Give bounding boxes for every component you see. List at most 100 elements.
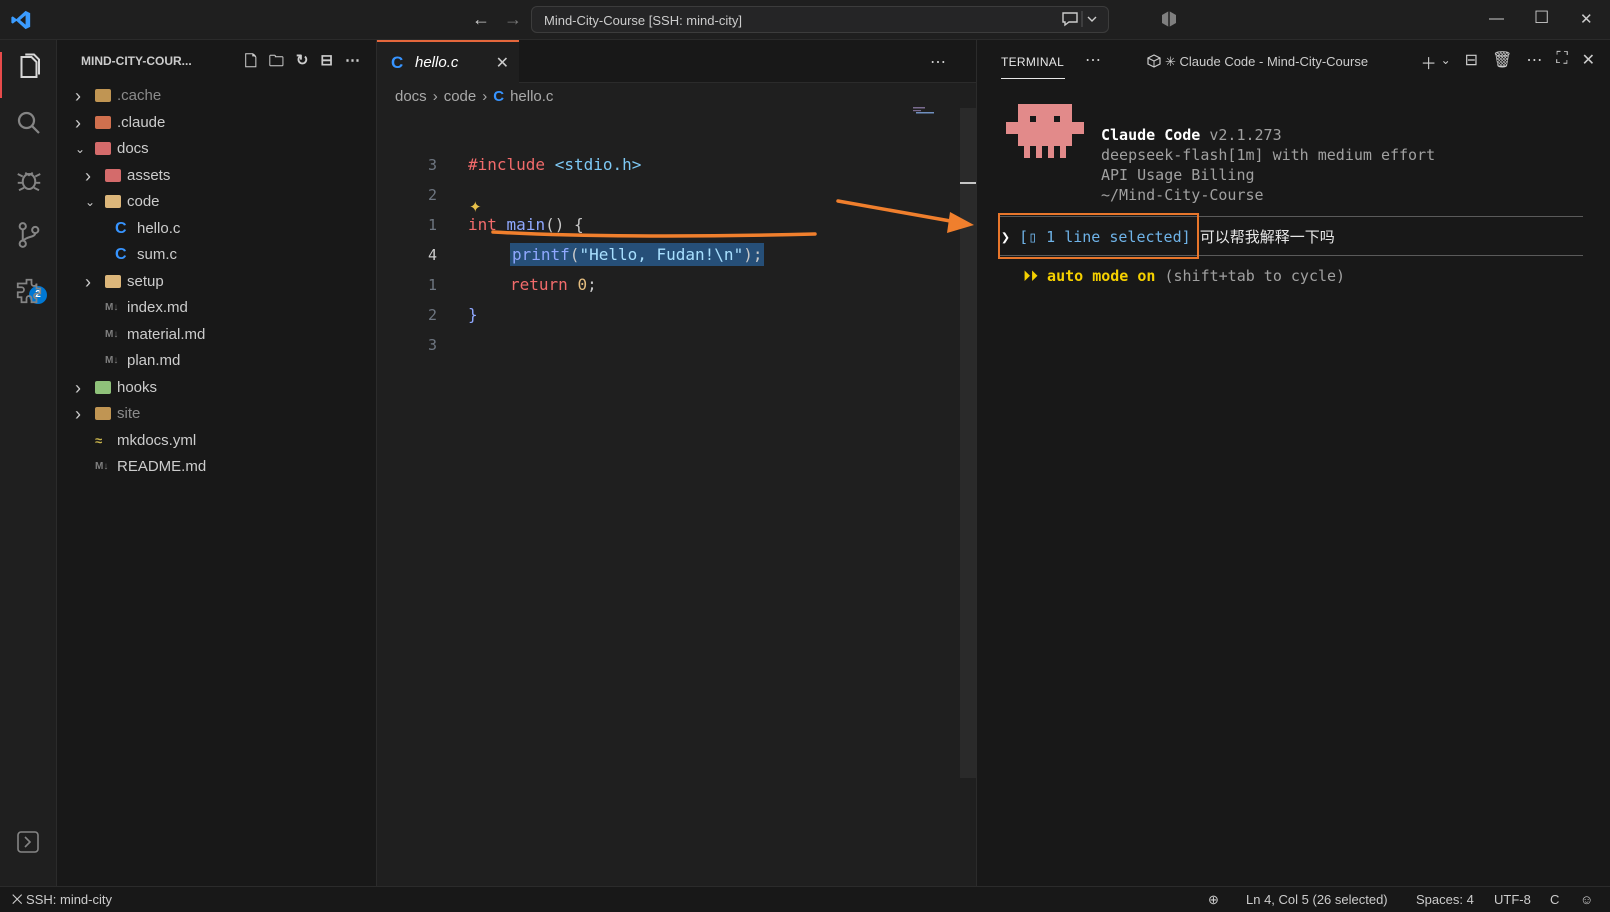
terminal-panel: TERMINAL ⋯ ✳ Claude Code - Mind-City-Cou… xyxy=(976,40,1610,886)
breadcrumb: docs › code › C hello.c xyxy=(395,88,553,105)
explorer-item-sum-c[interactable]: Csum.c xyxy=(57,242,377,268)
chevron-right-icon[interactable]: › xyxy=(75,375,81,401)
indentation[interactable]: Spaces: 4 xyxy=(1416,892,1474,907)
int-keyword: int xyxy=(468,215,497,234)
breadcrumb-docs[interactable]: docs xyxy=(395,88,427,105)
explorer-item-hooks[interactable]: › hooks xyxy=(57,375,377,401)
debug-icon[interactable] xyxy=(14,164,44,194)
status-bar: ⨉ SSH: mind-city ⊕ Ln 4, Col 5 (26 selec… xyxy=(0,886,1610,912)
explorer-item-index-md[interactable]: M↓ index.md xyxy=(57,295,377,321)
explorer-item-label: .cache xyxy=(117,87,162,104)
copilot-icon[interactable] xyxy=(1160,10,1178,32)
code-line-close-brace[interactable]: } xyxy=(468,305,478,324)
search-icon[interactable] xyxy=(14,108,44,138)
split-terminal-icon[interactable]: ⊟ xyxy=(1465,50,1478,74)
new-folder-icon[interactable]: 🗀 xyxy=(269,51,284,76)
remote-label: SSH: mind-city xyxy=(26,892,112,907)
chevron-down-icon[interactable]: ⌄ xyxy=(75,136,85,162)
zoom-icon[interactable]: ⊕ xyxy=(1208,892,1219,908)
chevron-right-icon[interactable]: › xyxy=(75,83,81,109)
refresh-icon[interactable]: ↻ xyxy=(296,51,309,76)
explorer-item-docs[interactable]: ⌄ docs xyxy=(57,136,377,162)
command-center[interactable]: Mind-City-Course [SSH: mind-city] xyxy=(531,6,1109,33)
close-panel-icon[interactable]: ✕ xyxy=(1582,50,1595,74)
explorer-item-label: sum.c xyxy=(137,246,178,263)
explorer-item-code[interactable]: ⌄ code xyxy=(57,189,377,215)
breadcrumb-file[interactable]: hello.c xyxy=(510,88,553,105)
kill-terminal-icon[interactable]: 🗑 xyxy=(1492,50,1512,74)
explorer-item-setup[interactable]: › setup xyxy=(57,269,377,295)
source-control-icon[interactable] xyxy=(14,220,44,250)
explorer-header: MIND-CITY-COUR... 🗋 🗀 ↻ ⊟ ⋯ xyxy=(57,40,376,83)
terminal-more-icon[interactable]: ⋯ xyxy=(1526,50,1542,74)
yaml-icon: ≈ xyxy=(95,432,103,448)
terminal-session-name: ✳ Claude Code - Mind-City-Course xyxy=(1165,54,1369,69)
explorer-item-label: hello.c xyxy=(137,219,181,237)
extensions-icon[interactable] xyxy=(14,276,44,306)
folder-icon xyxy=(95,115,111,129)
new-terminal-icon[interactable]: ＋ xyxy=(1421,50,1437,74)
back-arrow-icon[interactable]: ← xyxy=(472,9,490,30)
minimize-icon[interactable]: — xyxy=(1489,10,1504,27)
remote-panel-toggle-icon[interactable] xyxy=(16,830,40,854)
explorer-item-assets[interactable]: › assets xyxy=(57,163,377,189)
markdown-icon: M↓ xyxy=(105,302,119,313)
claude-version: v2.1.273 xyxy=(1209,126,1282,144)
more-actions-icon[interactable]: ⋯ xyxy=(345,51,360,76)
explorer-title: MIND-CITY-COUR... xyxy=(81,54,192,68)
maximize-panel-icon[interactable]: ⛶ xyxy=(1556,50,1567,74)
encoding[interactable]: UTF-8 xyxy=(1494,892,1531,907)
code-line-return[interactable]: return 0; xyxy=(510,275,597,294)
editor-more-icon[interactable]: ⋯ xyxy=(930,52,946,72)
language-mode[interactable]: C xyxy=(1550,892,1559,907)
explorer-item-label: README.md xyxy=(117,458,207,475)
remote-indicator[interactable]: ⨉ SSH: mind-city xyxy=(12,892,112,908)
explorer-item-hello-c[interactable]: Chello.c xyxy=(57,216,377,242)
chevron-right-icon[interactable]: › xyxy=(75,401,81,427)
chevron-down-icon[interactable]: ⌄ xyxy=(85,189,95,215)
folder-icon xyxy=(105,195,121,208)
collapse-all-icon[interactable]: ⊟ xyxy=(320,51,333,76)
explorer-icon[interactable] xyxy=(14,52,44,82)
panel-more-icon[interactable]: ⋯ xyxy=(1085,50,1101,70)
explorer-item-label: hooks xyxy=(117,378,158,396)
mode-label: auto mode on xyxy=(1047,267,1156,285)
new-file-icon[interactable]: 🗋 xyxy=(245,51,257,76)
code-line-main[interactable]: int main() { xyxy=(468,215,584,234)
title-bar: ← → Mind-City-Course [SSH: mind-city] — … xyxy=(0,0,1610,40)
breadcrumb-code[interactable]: code xyxy=(444,88,477,105)
chevron-right-icon[interactable]: › xyxy=(85,269,91,295)
include-keyword: #include xyxy=(468,155,546,174)
tab-hello-c[interactable]: C hello.c ✕ xyxy=(377,40,519,83)
explorer-item-cache[interactable]: › .cache xyxy=(57,83,377,109)
chevron-right-icon[interactable]: › xyxy=(75,110,81,136)
cursor-position[interactable]: Ln 4, Col 5 (26 selected) xyxy=(1246,892,1388,907)
line-number: 3 xyxy=(427,336,437,354)
explorer-item-readme-md[interactable]: M↓ README.md xyxy=(57,454,377,480)
chat-icon[interactable] xyxy=(1060,10,1100,32)
forward-arrow-icon[interactable]: → xyxy=(504,9,522,30)
terminal-session-selector[interactable]: ✳ Claude Code - Mind-City-Course xyxy=(1147,54,1368,70)
explorer-item-label: site xyxy=(117,405,141,422)
explorer-item-plan-md[interactable]: M↓ plan.md xyxy=(57,348,377,374)
scrollbar-cursor-marker xyxy=(960,182,976,184)
activity-bar: 2 xyxy=(0,40,57,886)
close-tab-icon[interactable]: ✕ xyxy=(496,53,509,73)
sparkle-icon[interactable]: ✦ xyxy=(469,198,482,216)
explorer-item-site[interactable]: › site xyxy=(57,401,377,427)
tab-terminal[interactable]: TERMINAL xyxy=(1001,55,1064,69)
minimap[interactable] xyxy=(913,105,943,125)
close-window-icon[interactable]: ✕ xyxy=(1580,10,1593,28)
explorer-item-mkdocs-yml[interactable]: ≈ mkdocs.yml xyxy=(57,428,377,454)
editor-scrollbar[interactable] xyxy=(960,108,976,778)
explorer-item-material-md[interactable]: M↓ material.md xyxy=(57,322,377,348)
code-line-printf-selected[interactable]: printf("Hello, Fudan!\n"); xyxy=(510,243,765,266)
explorer-item-claude[interactable]: › .claude xyxy=(57,110,377,136)
code-line-include[interactable]: #include <stdio.h> xyxy=(468,155,641,174)
chevron-right-icon[interactable]: › xyxy=(85,163,91,189)
terminal-dropdown-icon[interactable]: ⌄ xyxy=(1441,50,1451,74)
claude-app-name: Claude Code xyxy=(1101,126,1201,144)
folder-icon xyxy=(95,89,111,102)
copilot-status-icon[interactable]: ☺ xyxy=(1580,892,1593,907)
maximize-icon[interactable]: ☐ xyxy=(1534,8,1549,28)
